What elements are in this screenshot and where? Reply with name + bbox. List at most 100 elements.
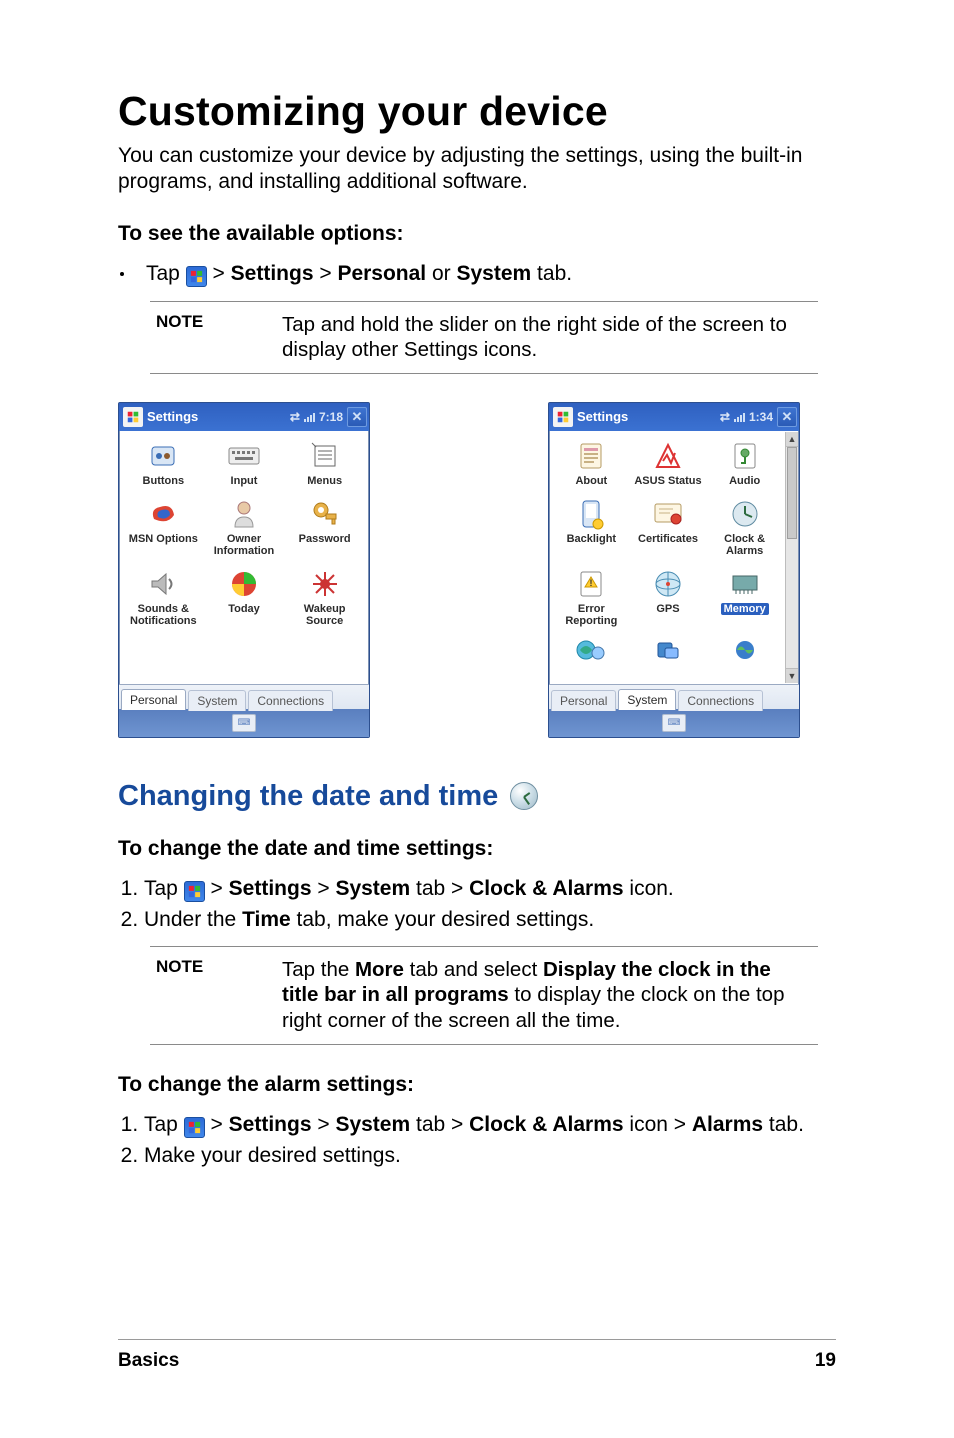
- text-system: System: [457, 262, 532, 285]
- bottom-bar: ⌨: [549, 709, 799, 737]
- note-box-1: NOTE Tap and hold the slider on the righ…: [150, 301, 818, 374]
- footer-page-number: 19: [815, 1350, 836, 1372]
- titlebar: Settings ⇄ 1:34 ✕: [549, 403, 799, 431]
- item-input[interactable]: Input: [204, 437, 285, 491]
- error-reporting-icon: !: [574, 567, 608, 601]
- scrollbar[interactable]: ▲ ▼: [785, 432, 798, 683]
- text-personal: Personal: [337, 262, 426, 285]
- tray: ⇄ 1:34: [720, 410, 773, 424]
- window-title: Settings: [147, 409, 198, 424]
- scroll-down-icon[interactable]: ▼: [786, 668, 798, 683]
- item-today[interactable]: Today: [204, 565, 285, 631]
- item-asus-status[interactable]: ASUS Status: [630, 437, 707, 491]
- tab-connections[interactable]: Connections: [678, 690, 763, 711]
- text-or: or: [426, 262, 456, 285]
- item-clock-alarms[interactable]: Clock & Alarms: [706, 495, 783, 561]
- step-1: Tap > Settings > System tab > Clock & Al…: [144, 877, 836, 902]
- item-msn-options[interactable]: MSN Options: [123, 495, 204, 561]
- text-sep2: >: [314, 262, 338, 285]
- close-icon[interactable]: ✕: [777, 407, 797, 427]
- bottom-bar: ⌨: [119, 709, 369, 737]
- item-owner-info[interactable]: Owner Information: [204, 495, 285, 561]
- item-sounds[interactable]: Sounds & Notifications: [123, 565, 204, 631]
- item-backlight[interactable]: Backlight: [553, 495, 630, 561]
- note-text: Tap the More tab and select Display the …: [282, 957, 812, 1034]
- item-gps[interactable]: GPS: [630, 565, 707, 631]
- available-options-step: Tap > Settings > Personal or System tab.: [118, 262, 836, 287]
- text-settings: Settings: [231, 262, 314, 285]
- about-icon: [574, 439, 608, 473]
- note-box-2: NOTE Tap the More tab and select Display…: [150, 946, 818, 1045]
- item-wakeup[interactable]: Wakeup Source: [284, 565, 365, 631]
- clock-time: 1:34: [749, 410, 773, 424]
- svg-text:!: !: [590, 578, 593, 588]
- footer-section-label: Basics: [118, 1350, 179, 1372]
- text-tap: Tap: [146, 262, 180, 285]
- item-password[interactable]: Password: [284, 495, 365, 561]
- asus-status-icon: [651, 439, 685, 473]
- start-icon: [184, 1117, 205, 1138]
- start-icon[interactable]: [553, 407, 573, 427]
- note-text: Tap and hold the slider on the right sid…: [282, 312, 812, 363]
- titlebar: Settings ⇄ 7:18 ✕: [119, 403, 369, 431]
- buttons-icon: [146, 439, 180, 473]
- tab-personal[interactable]: Personal: [121, 689, 186, 710]
- extra-icon: [574, 633, 608, 667]
- close-icon[interactable]: ✕: [347, 407, 367, 427]
- audio-icon: [728, 439, 762, 473]
- owner-icon: [227, 497, 261, 531]
- item-audio[interactable]: Audio: [706, 437, 783, 491]
- signal-icon: [304, 411, 315, 422]
- item-extra-2[interactable]: [630, 631, 707, 673]
- tab-system[interactable]: System: [188, 690, 246, 711]
- password-icon: [308, 497, 342, 531]
- clock-alarms-icon: [728, 497, 762, 531]
- page-footer: Basics 19: [118, 1339, 836, 1372]
- date-time-steps: Tap > Settings > System tab > Clock & Al…: [118, 877, 836, 932]
- text-sep1: >: [213, 262, 231, 285]
- scroll-thumb[interactable]: [787, 447, 797, 539]
- page-title: Customizing your device: [118, 88, 836, 135]
- settings-window-personal: Settings ⇄ 7:18 ✕ Buttons Input Menus MS…: [118, 402, 370, 738]
- connectivity-icon: ⇄: [720, 410, 730, 424]
- step-1: Tap > Settings > System tab > Clock & Al…: [144, 1113, 836, 1138]
- msn-icon: [146, 497, 180, 531]
- certificates-icon: [651, 497, 685, 531]
- settings-body: About ASUS Status Audio Backlight Certif…: [549, 431, 799, 684]
- change-alarm-subhead: To change the alarm settings:: [118, 1073, 836, 1097]
- note-label: NOTE: [156, 312, 246, 363]
- item-extra-3[interactable]: [706, 631, 783, 673]
- extra-icon: [728, 633, 762, 667]
- settings-window-system: Settings ⇄ 1:34 ✕ About ASUS Status Audi…: [548, 402, 800, 738]
- tab-system[interactable]: System: [618, 689, 676, 710]
- item-memory[interactable]: Memory: [706, 565, 783, 631]
- signal-icon: [734, 411, 745, 422]
- bullet-dot: [120, 272, 124, 276]
- keyboard-icon[interactable]: ⌨: [232, 714, 256, 732]
- sounds-icon: [146, 567, 180, 601]
- scroll-up-icon[interactable]: ▲: [786, 432, 798, 447]
- note-label: NOTE: [156, 957, 246, 1034]
- start-icon[interactable]: [123, 407, 143, 427]
- tab-personal[interactable]: Personal: [551, 690, 616, 711]
- item-about[interactable]: About: [553, 437, 630, 491]
- available-options-heading: To see the available options:: [118, 222, 836, 246]
- text-tab: tab.: [531, 262, 572, 285]
- item-menus[interactable]: Menus: [284, 437, 365, 491]
- connectivity-icon: ⇄: [290, 410, 300, 424]
- item-buttons[interactable]: Buttons: [123, 437, 204, 491]
- tab-connections[interactable]: Connections: [248, 690, 333, 711]
- menus-icon: [308, 439, 342, 473]
- alarm-steps: Tap > Settings > System tab > Clock & Al…: [118, 1113, 836, 1168]
- tab-bar: Personal System Connections: [119, 684, 369, 709]
- wakeup-icon: [308, 567, 342, 601]
- window-title: Settings: [577, 409, 628, 424]
- input-icon: [227, 439, 261, 473]
- keyboard-icon[interactable]: ⌨: [662, 714, 686, 732]
- settings-body: Buttons Input Menus MSN Options Owner In…: [119, 431, 369, 684]
- start-icon: [184, 881, 205, 902]
- clock-icon: [510, 782, 538, 810]
- item-error-reporting[interactable]: !Error Reporting: [553, 565, 630, 631]
- item-certificates[interactable]: Certificates: [630, 495, 707, 561]
- item-extra-1[interactable]: [553, 631, 630, 673]
